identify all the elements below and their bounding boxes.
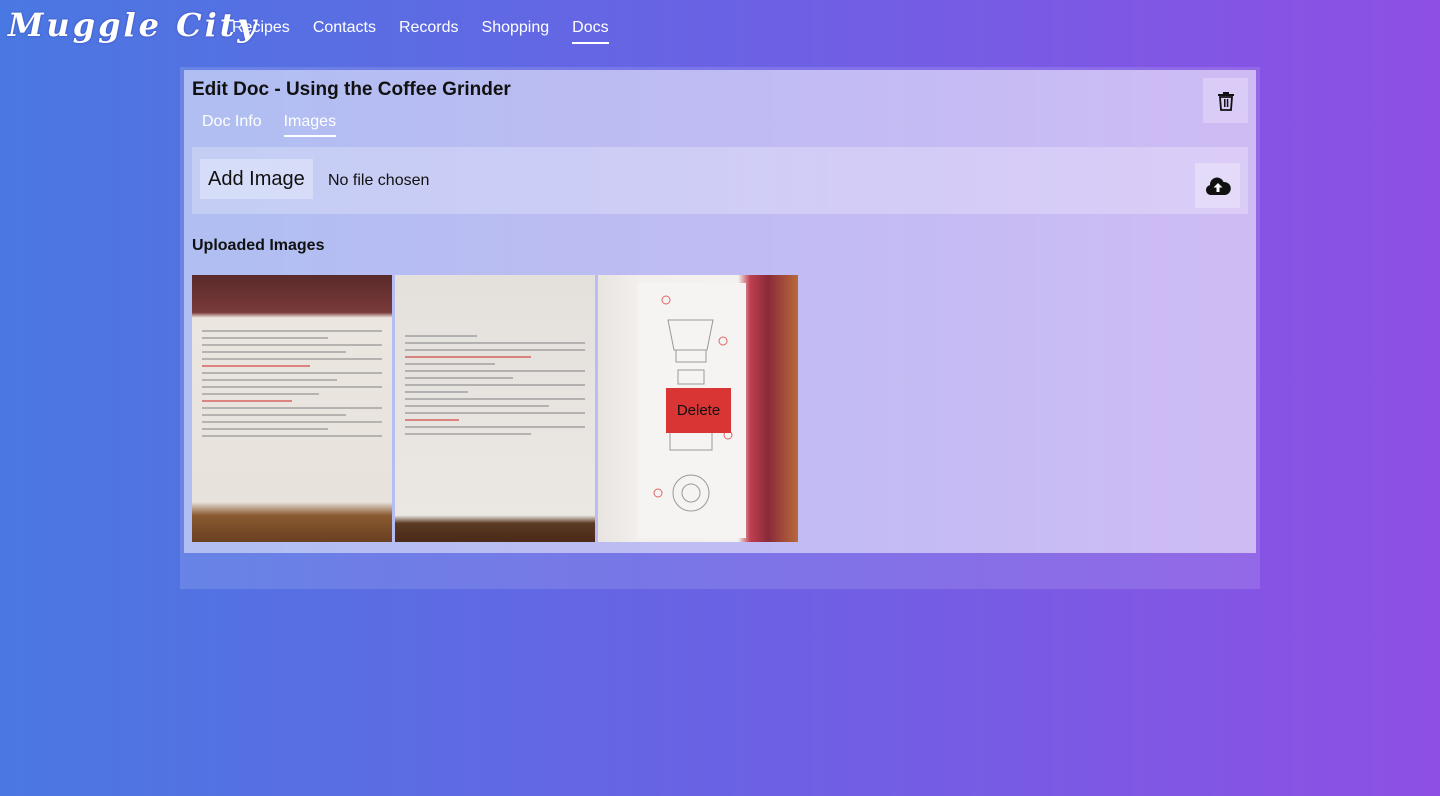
image-gallery: Delete [192,275,798,542]
add-image-button[interactable]: Add Image [200,159,313,199]
delete-image-button[interactable]: Delete [666,388,731,433]
page-title: Edit Doc - Using the Coffee Grinder [192,79,511,100]
uploaded-image[interactable] [192,275,392,542]
nav-contacts[interactable]: Contacts [313,19,376,44]
doc-tabs: Doc Info Images [202,113,337,137]
app-logo[interactable]: Muggle City [8,6,259,44]
nav-recipes[interactable]: Recipes [232,19,290,44]
image-content [202,325,382,442]
nav-shopping[interactable]: Shopping [482,19,550,44]
cloud-upload-icon [1205,177,1231,195]
uploaded-images-heading: Uploaded Images [192,237,325,254]
file-status: No file chosen [328,172,430,189]
edit-doc-card: Edit Doc - Using the Coffee Grinder Doc … [184,70,1256,553]
top-navigation: Muggle City Recipes Contacts Records Sho… [0,0,1440,60]
nav-records[interactable]: Records [399,19,459,44]
trash-icon [1217,91,1234,111]
main-nav: Recipes Contacts Records Shopping Docs [232,19,609,44]
delete-doc-button[interactable] [1203,78,1248,123]
uploaded-image[interactable]: Delete [598,275,798,542]
tab-images[interactable]: Images [283,113,337,137]
uploaded-image[interactable] [395,275,595,542]
image-content [405,330,585,440]
upload-button[interactable] [1195,163,1240,208]
tab-doc-info[interactable]: Doc Info [202,113,262,137]
image-upload-row: Add Image No file chosen [192,147,1248,214]
nav-docs[interactable]: Docs [572,19,609,44]
